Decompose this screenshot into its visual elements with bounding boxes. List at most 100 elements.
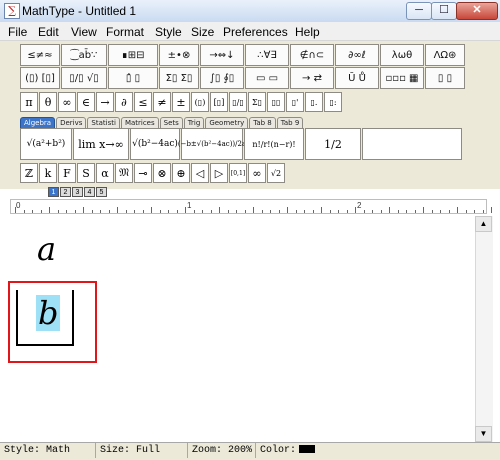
s-symbol-button[interactable]: S: [77, 163, 95, 183]
menu-edit[interactable]: Edit: [38, 25, 59, 39]
ruler-tick: [219, 207, 220, 213]
window-title: MathType - Untitled 1: [22, 4, 137, 18]
menu-style[interactable]: Style: [155, 25, 182, 39]
ruler-tick: [253, 207, 254, 213]
fraction-template-button[interactable]: ▯/▯: [229, 92, 247, 112]
quadratic-formula-template[interactable]: (−b±√(b²−4ac))/2a: [178, 128, 246, 160]
brackets-template-button[interactable]: [▯]: [210, 92, 228, 112]
maximize-button[interactable]: ☐: [431, 2, 457, 20]
circled-plus-button[interactable]: ⊕: [172, 163, 190, 183]
menu-bar: File Edit View Format Style Size Prefere…: [0, 22, 500, 41]
ruler-tick: [142, 210, 144, 213]
prime-template-button[interactable]: ▯': [286, 92, 304, 112]
greek-lowercase-palette[interactable]: λωθ: [380, 44, 424, 66]
sqrt2-button[interactable]: √2: [267, 163, 285, 183]
infinity-custom-button[interactable]: ∞: [248, 163, 266, 183]
pythagorean-template[interactable]: √(a²+b²): [20, 128, 72, 160]
alpha-symbol-button[interactable]: α: [96, 163, 114, 183]
fraction-radical-palette[interactable]: ▯/▯ √▯: [61, 67, 107, 89]
element-of-button[interactable]: ∈: [77, 92, 95, 112]
left-triangle-button[interactable]: ◁: [191, 163, 209, 183]
ruler-tick: [74, 210, 76, 213]
misc-symbols-palette[interactable]: ∂∞ℓ: [335, 44, 379, 66]
labeled-arrows-palette[interactable]: → ⇄: [290, 67, 334, 89]
menu-format[interactable]: Format: [106, 25, 144, 39]
ruler-tick: [287, 207, 288, 213]
pi-symbol-button[interactable]: π: [20, 92, 38, 112]
circled-times-button[interactable]: ⊗: [153, 163, 171, 183]
k-symbol-button[interactable]: k: [39, 163, 57, 183]
ruler-tick: [151, 207, 152, 213]
combination-template[interactable]: n!/r!(n−r)!: [244, 128, 304, 160]
scroll-down-arrow-icon[interactable]: ▼: [475, 426, 492, 442]
minimize-button[interactable]: ─: [406, 2, 432, 20]
menu-help[interactable]: Help: [295, 25, 320, 39]
size-level-3-button[interactable]: 3: [72, 187, 83, 197]
summation-palette[interactable]: Σ▯ Σ▯: [159, 67, 199, 89]
plus-minus-button[interactable]: ±: [172, 92, 190, 112]
ruler-tick: [448, 210, 450, 213]
ruler-tick: [227, 210, 229, 213]
empty-template-slot[interactable]: [362, 128, 462, 160]
dot-template-button[interactable]: ▯.: [305, 92, 323, 112]
f-symbol-button[interactable]: F: [58, 163, 76, 183]
less-equal-button[interactable]: ≤: [134, 92, 152, 112]
parentheses-template-button[interactable]: (▯): [191, 92, 209, 112]
fraktur-m-symbol-button[interactable]: 𝔐: [115, 163, 133, 183]
menu-file[interactable]: File: [8, 25, 27, 39]
infinity-symbol-button[interactable]: ∞: [58, 92, 76, 112]
operators-palette[interactable]: ±•⊗: [159, 44, 199, 66]
ruler-tick: [32, 210, 33, 213]
right-arrow-button[interactable]: →: [96, 92, 114, 112]
close-button[interactable]: ✕: [456, 2, 498, 20]
size-level-4-button[interactable]: 4: [84, 187, 95, 197]
scroll-up-arrow-icon[interactable]: ▲: [475, 216, 492, 232]
equation-editor-canvas[interactable]: a b: [0, 216, 500, 442]
subscript-palette[interactable]: ▯̂ ▯: [108, 67, 158, 89]
summation-template-button[interactable]: Σ▯: [248, 92, 266, 112]
menu-view[interactable]: View: [71, 25, 97, 39]
right-triangle-button[interactable]: ▷: [210, 163, 228, 183]
integers-symbol-button[interactable]: ℤ: [20, 163, 38, 183]
ruler-tick: [193, 210, 195, 213]
selected-variable-b[interactable]: b: [36, 295, 61, 331]
ruler-tick: [491, 207, 492, 213]
matrix-palette[interactable]: ▫▫▫ ▦: [380, 67, 424, 89]
multimap-symbol-button[interactable]: ⊸: [134, 163, 152, 183]
ruler-tick: [431, 210, 433, 213]
size-level-1-button[interactable]: 1: [48, 187, 59, 197]
ruler[interactable]: 0 1 2: [10, 199, 492, 214]
embellishments-palette[interactable]: ∎⊞⊟: [108, 44, 158, 66]
arrows-palette[interactable]: →⇔↓: [200, 44, 244, 66]
status-color-label: Color:: [260, 445, 297, 456]
equation-line-a[interactable]: a: [37, 230, 56, 268]
interval-button[interactable]: [0,1]: [229, 163, 247, 183]
underbar-overbar-palette[interactable]: ▭ ▭: [245, 67, 289, 89]
products-palette[interactable]: Ū Ů: [335, 67, 379, 89]
menu-preferences[interactable]: Preferences: [223, 25, 288, 39]
menu-size[interactable]: Size: [191, 25, 214, 39]
mathtype-app-icon: ∑: [4, 3, 20, 19]
partial-button[interactable]: ∂: [115, 92, 133, 112]
not-equal-button[interactable]: ≠: [153, 92, 171, 112]
logic-palette[interactable]: ∴∀∃: [245, 44, 289, 66]
limit-template[interactable]: lim x→∞: [73, 128, 129, 160]
vertical-scrollbar[interactable]: [475, 216, 493, 442]
size-level-2-button[interactable]: 2: [60, 187, 71, 197]
one-half-template[interactable]: 1/2: [305, 128, 361, 160]
colon-template-button[interactable]: ▯:: [324, 92, 342, 112]
theta-symbol-button[interactable]: θ: [39, 92, 57, 112]
sets-palette[interactable]: ∉∩⊂: [290, 44, 334, 66]
greek-uppercase-palette[interactable]: ΛΩ⊛: [425, 44, 465, 66]
relational-palette[interactable]: ≤≠≈: [20, 44, 60, 66]
ruler-tick: [108, 210, 110, 213]
size-level-5-button[interactable]: 5: [96, 187, 107, 197]
integral-palette[interactable]: ∫▯ ∮▯: [200, 67, 244, 89]
status-color: Color:: [256, 443, 336, 458]
spaces-palette[interactable]: ⁐ab̄∵: [61, 44, 107, 66]
boxes-palette[interactable]: ▯ ▯: [425, 67, 465, 89]
fence-templates-palette[interactable]: (▯) [▯]: [20, 67, 60, 89]
superscript-template-button[interactable]: ▯▯: [267, 92, 285, 112]
discriminant-template[interactable]: √(b²−4ac): [130, 128, 180, 160]
ruler-tick: [176, 210, 178, 213]
